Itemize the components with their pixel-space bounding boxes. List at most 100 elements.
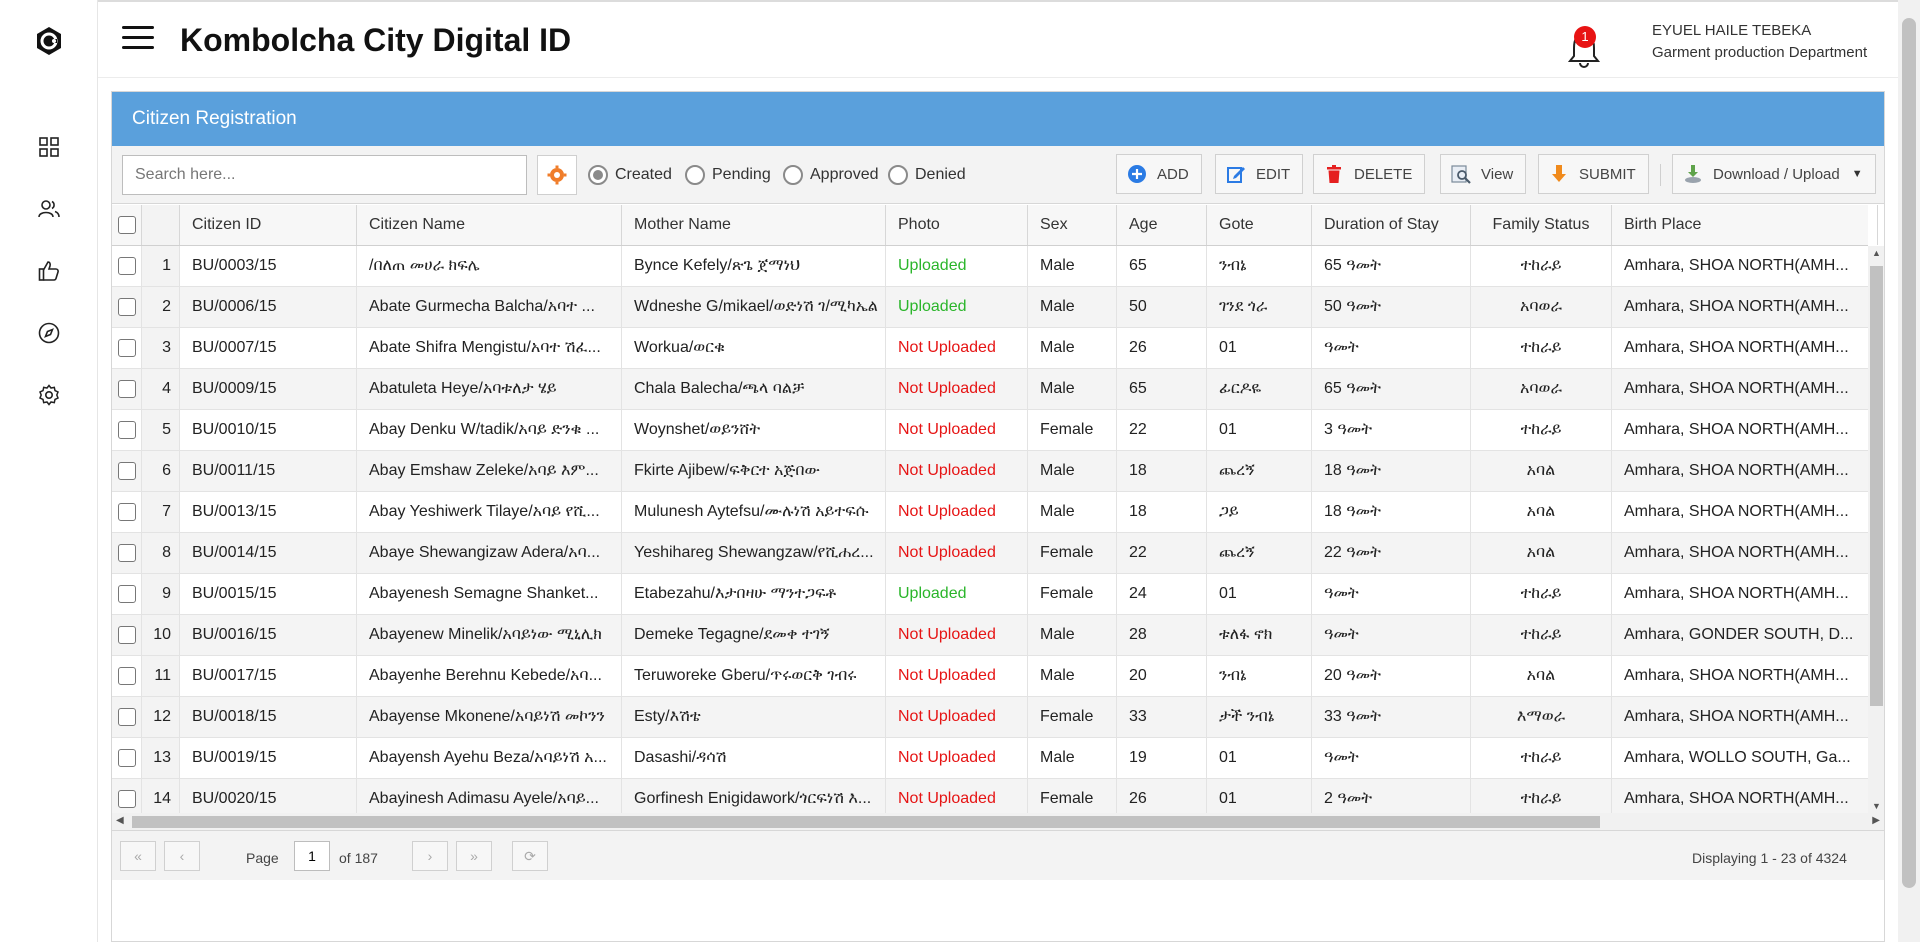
row-checkbox[interactable] xyxy=(117,667,136,685)
sidebar-item-approvals[interactable] xyxy=(36,258,62,284)
column-header-sex[interactable]: Sex xyxy=(1028,205,1117,245)
column-header-duration[interactable]: Duration of Stay xyxy=(1312,205,1471,245)
table-row[interactable]: 6 BU/0011/15 Abay Emshaw Zeleke/አባይ እም... F… xyxy=(112,451,1868,492)
family-status-cell: አባወራ xyxy=(1471,287,1612,327)
table-row[interactable]: 12 BU/0018/15 Abayense Mkonene/አባይነሽ መኮንን E… xyxy=(112,697,1868,738)
page-number-input[interactable] xyxy=(294,841,330,871)
row-number: 7 xyxy=(162,503,171,520)
table-horizontal-scrollbar[interactable]: ◀ ▶ xyxy=(112,813,1884,830)
column-header-birth-place[interactable]: Birth Place xyxy=(1612,205,1878,245)
row-checkbox[interactable] xyxy=(117,544,136,562)
citizen-name: Abayenew Minelik/አባይነው ሚኒሊክ xyxy=(369,626,602,643)
column-header-citizen-name[interactable]: Citizen Name xyxy=(357,205,622,245)
sidebar-item-dashboard[interactable] xyxy=(36,134,62,160)
citizen-id-cell: BU/0007/15 xyxy=(180,328,357,368)
row-checkbox[interactable] xyxy=(117,421,136,439)
search-settings-button[interactable] xyxy=(537,155,577,195)
row-checkbox[interactable] xyxy=(117,749,136,767)
radio-denied[interactable] xyxy=(888,165,908,185)
duration-of-stay: 18 ዓመት xyxy=(1324,462,1381,479)
column-header-age[interactable]: Age xyxy=(1117,205,1207,245)
row-checkbox[interactable] xyxy=(117,257,136,275)
view-icon xyxy=(1451,165,1471,184)
table-row[interactable]: 14 BU/0020/15 Abayinesh Adimasu Ayele/አባይ.… xyxy=(112,779,1868,813)
age: 33 xyxy=(1129,708,1147,725)
sex: Female xyxy=(1040,421,1094,438)
column-header-family-status[interactable]: Family Status xyxy=(1471,205,1612,245)
next-page-button[interactable]: › xyxy=(412,841,448,871)
table-vertical-scrollbar[interactable]: ▲ ▼ xyxy=(1868,246,1884,813)
sex: Male xyxy=(1040,749,1075,766)
edit-icon xyxy=(1227,167,1245,183)
gote-cell: 01 xyxy=(1207,574,1312,614)
view-button[interactable]: View xyxy=(1440,154,1527,194)
sex-cell: Female xyxy=(1028,697,1117,737)
download-upload-button[interactable]: Download / Upload ▼ xyxy=(1672,154,1876,194)
notifications-button[interactable]: 1 xyxy=(1564,26,1604,68)
mother-name: Fkirte Ajibew/ፍቅርተ አጅበው xyxy=(634,462,820,479)
table-row[interactable]: 9 BU/0015/15 Abayenesh Semagne Shanket... E… xyxy=(112,574,1868,615)
table-row[interactable]: 7 BU/0013/15 Abay Yeshiwerk Tilaye/አባይ የሺ.… xyxy=(112,492,1868,533)
citizen-name: Abate Gurmecha Balcha/አባተ ... xyxy=(369,298,595,315)
row-checkbox[interactable] xyxy=(117,298,136,316)
age-cell: 19 xyxy=(1117,738,1207,778)
filter-approved[interactable]: Approved xyxy=(783,165,879,185)
window-scrollbar[interactable] xyxy=(1898,0,1920,942)
table-row[interactable]: 2 BU/0006/15 Abate Gurmecha Balcha/አባተ ...… xyxy=(112,287,1868,328)
gote: ጨረኝ xyxy=(1219,544,1255,561)
column-header-mother-name[interactable]: Mother Name xyxy=(622,205,886,245)
row-number: 1 xyxy=(162,257,171,274)
row-select-cell xyxy=(112,492,142,532)
family-status: አባል xyxy=(1526,667,1556,684)
birth-place: Amhara, SHOA NORTH(AMH... xyxy=(1624,380,1849,397)
table-row[interactable]: 10 BU/0016/15 Abayenew Minelik/አባይነው ሚኒሊክ D… xyxy=(112,615,1868,656)
prev-page-button[interactable]: ‹ xyxy=(164,841,200,871)
citizen-name-cell: Abay Emshaw Zeleke/አባይ እም... xyxy=(357,451,622,491)
citizen-id: BU/0020/15 xyxy=(192,790,277,807)
refresh-button[interactable]: ⟳ xyxy=(512,841,548,871)
submit-button[interactable]: SUBMIT xyxy=(1538,154,1649,194)
row-checkbox[interactable] xyxy=(117,585,136,603)
row-checkbox[interactable] xyxy=(117,339,136,357)
filter-denied[interactable]: Denied xyxy=(888,165,966,185)
sex: Female xyxy=(1040,708,1094,725)
column-header-gote[interactable]: Gote xyxy=(1207,205,1312,245)
row-checkbox[interactable] xyxy=(117,380,136,398)
duration-of-stay: ዓመት xyxy=(1324,749,1359,766)
sidebar-item-settings[interactable] xyxy=(36,382,62,408)
sidebar-item-users[interactable] xyxy=(36,196,62,222)
age-cell: 26 xyxy=(1117,328,1207,368)
last-page-button[interactable]: » xyxy=(456,841,492,871)
sidebar-item-explore[interactable] xyxy=(36,320,62,346)
filter-pending[interactable]: Pending xyxy=(685,165,771,185)
family-status-cell: ተከራይ xyxy=(1471,738,1612,778)
filter-denied-label: Denied xyxy=(915,166,966,183)
table-header: Citizen ID Citizen Name Mother Name Phot… xyxy=(112,205,1878,246)
edit-button[interactable]: EDIT xyxy=(1215,154,1304,194)
radio-approved[interactable] xyxy=(783,165,803,185)
table-row[interactable]: 4 BU/0009/15 Abatuleta Heye/አባቱለታ ሄይ Chala … xyxy=(112,369,1868,410)
first-page-button[interactable]: « xyxy=(120,841,156,871)
table-row[interactable]: 13 BU/0019/15 Abayensh Ayehu Beza/አባይነሽ አ.… xyxy=(112,738,1868,779)
row-checkbox[interactable] xyxy=(117,462,136,480)
search-input[interactable] xyxy=(122,155,527,195)
table-row[interactable]: 11 BU/0017/15 Abayenhe Berehnu Kebede/አባ..… xyxy=(112,656,1868,697)
add-button[interactable]: ADD xyxy=(1116,154,1202,194)
table-row[interactable]: 8 BU/0014/15 Abaye Shewangizaw Adera/አባ...… xyxy=(112,533,1868,574)
delete-button[interactable]: DELETE xyxy=(1313,154,1426,194)
row-checkbox[interactable] xyxy=(117,503,136,521)
row-checkbox[interactable] xyxy=(117,626,136,644)
table-row[interactable]: 3 BU/0007/15 Abate Shifra Mengistu/አባተ ሽፈ.… xyxy=(112,328,1868,369)
table-row[interactable]: 1 BU/0003/15/በለጠ መሀራ ክፍሌ Bynce Kefely/ጽጌ ጀ… xyxy=(112,246,1868,287)
menu-toggle-button[interactable] xyxy=(122,26,154,54)
row-checkbox[interactable] xyxy=(117,790,136,808)
column-header-photo[interactable]: Photo xyxy=(886,205,1028,245)
filter-created[interactable]: Created xyxy=(588,165,672,185)
table-row[interactable]: 5 BU/0010/15 Abay Denku W/tadik/አባይ ድንቁ ..… xyxy=(112,410,1868,451)
column-header-citizen-id[interactable]: Citizen ID xyxy=(180,205,357,245)
radio-created[interactable] xyxy=(588,165,608,185)
select-all-checkbox[interactable] xyxy=(117,216,136,234)
photo-status: Not Uploaded xyxy=(898,503,996,520)
row-checkbox[interactable] xyxy=(117,708,136,726)
radio-pending[interactable] xyxy=(685,165,705,185)
